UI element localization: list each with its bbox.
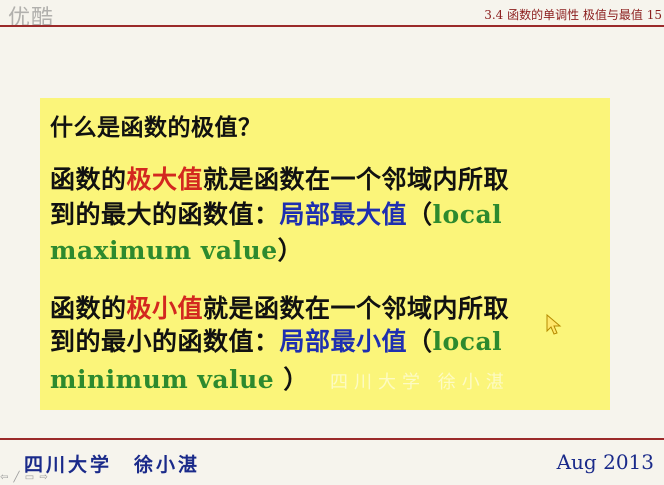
para1-open-paren: （ bbox=[407, 200, 433, 229]
para2-line2-pre: 到的最小的函数值： bbox=[50, 327, 280, 356]
para2-line2: 到的最小的函数值：局部最小值（local bbox=[50, 322, 502, 358]
term-local-maximum: 局部最大值 bbox=[279, 200, 408, 229]
term-local-minimum: 局部最小值 bbox=[279, 327, 408, 356]
faint-watermark: 四川大学 徐小湛 bbox=[330, 372, 510, 393]
para2-line1-pre: 函数的 bbox=[50, 294, 127, 323]
footer-author: 四川大学 徐小湛 bbox=[24, 454, 201, 476]
slide: 优酷 3.4 函数的单调性 极值与最值 15 什么是函数的极值？ 函数的极大值就… bbox=[0, 0, 664, 485]
footer-divider bbox=[0, 438, 664, 440]
term-local-min-cn: 极小值 bbox=[126, 294, 204, 323]
para1-line1-pre: 函数的 bbox=[50, 165, 127, 194]
para1-line3: maximum value） bbox=[50, 231, 303, 267]
slide-header-title: 3.4 函数的单调性 极值与最值 15 bbox=[484, 8, 662, 22]
footer-date: Aug 2013 bbox=[556, 450, 654, 474]
para1-line2-pre: 到的最大的函数值： bbox=[50, 200, 280, 229]
para2-close-paren: ） bbox=[274, 365, 309, 394]
para1-line2: 到的最大的函数值：局部最大值（local bbox=[50, 195, 502, 231]
para1-close-paren: ） bbox=[277, 236, 304, 265]
slide-nav-controls[interactable]: ⇦ ╱ ▭ ⇨ bbox=[0, 472, 49, 483]
mouse-cursor-icon bbox=[546, 313, 562, 335]
header-divider bbox=[0, 25, 664, 27]
para2-open-paren: （ bbox=[407, 327, 433, 356]
para1-line1-post: 就是函数在一个邻域内所取 bbox=[203, 165, 510, 194]
en-minimum-value: minimum value bbox=[50, 365, 275, 394]
para1-line1: 函数的极大值就是函数在一个邻域内所取 bbox=[50, 160, 509, 196]
term-local-max-cn: 极大值 bbox=[126, 165, 204, 194]
en-maximum-value: maximum value bbox=[50, 236, 278, 265]
para2-line3: minimum value ） bbox=[50, 360, 309, 396]
en-local-2: local bbox=[432, 327, 503, 356]
para2-line1-post: 就是函数在一个邻域内所取 bbox=[203, 294, 510, 323]
content-box: 什么是函数的极值？ 函数的极大值就是函数在一个邻域内所取 到的最大的函数值：局部… bbox=[40, 98, 610, 410]
video-site-logo: 优酷 bbox=[8, 6, 55, 31]
para2-line1: 函数的极小值就是函数在一个邻域内所取 bbox=[50, 289, 509, 325]
question-heading: 什么是函数的极值？ bbox=[50, 115, 262, 141]
en-local-1: local bbox=[432, 200, 503, 229]
